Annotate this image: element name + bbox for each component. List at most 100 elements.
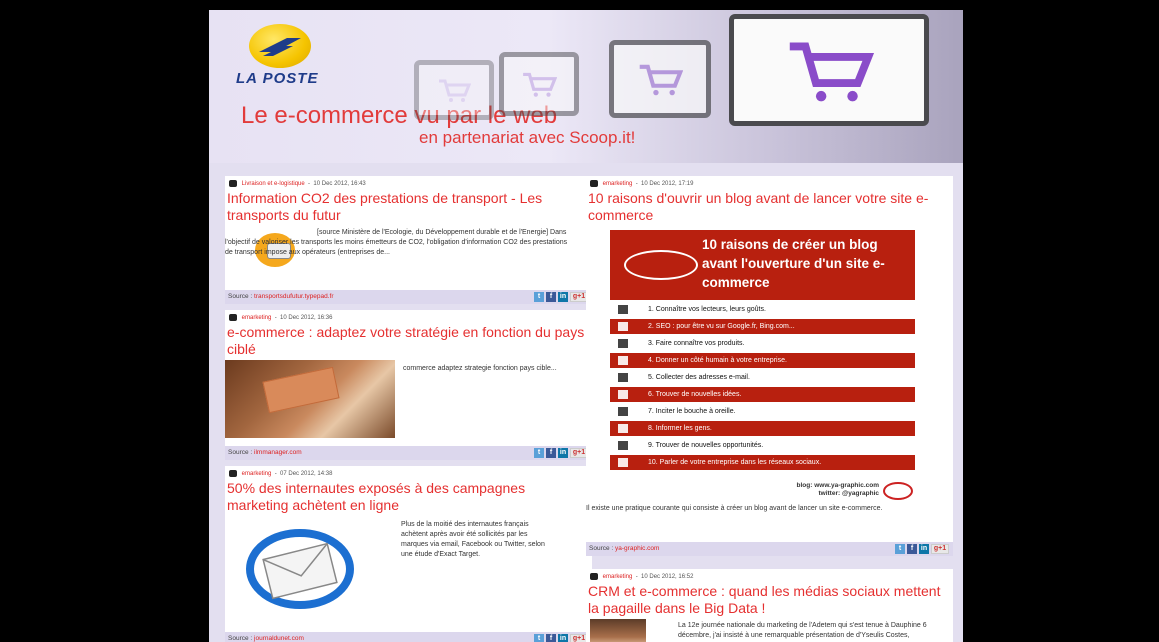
infographic-item: 4. Donner un côté humain à votre entrepr… (610, 353, 915, 368)
card-excerpt: La 12e journée nationale du marketing de… (678, 622, 927, 639)
ya-graphic-small-logo-icon (883, 482, 913, 500)
item-icon (618, 339, 628, 348)
card-title[interactable]: e-commerce : adaptez votre stratégie en … (227, 324, 587, 358)
card-source-bar: Source : transportsdufutur.typepad.fr tf… (225, 290, 592, 304)
facebook-icon[interactable]: f (546, 448, 556, 458)
card-date: 10 Dec 2012, 16:52 (641, 574, 694, 581)
card-category[interactable]: emarketing (603, 181, 633, 187)
scoopit-icon (590, 180, 598, 187)
share-buttons: t f in g+1 (532, 448, 588, 458)
infographic-heading: 10 raisons de créer un blog avant l'ouve… (702, 237, 885, 290)
card-source-bar: Source : ya-graphic.com t f in g+1 (586, 542, 953, 556)
ya-graphic-logo-icon (624, 250, 698, 280)
infographic-item: 8. Informer les gens. (610, 421, 915, 436)
scoop-card[interactable]: emarketing - 10 Dec 2012, 16:52 CRM et e… (586, 569, 953, 642)
scoop-card[interactable]: emarketing - 07 Dec 2012, 14:38 50% des … (225, 466, 592, 642)
infographic-credits: blog: www.ya-graphic.com twitter: @yagra… (796, 482, 879, 497)
item-icon (618, 407, 628, 416)
infographic-item: 7. Inciter le bouche à oreille. (610, 404, 915, 419)
card-title[interactable]: 50% des internautes exposés à des campag… (227, 480, 587, 514)
cart-icon (639, 64, 683, 96)
item-icon (618, 424, 628, 433)
banner-subtitle: en partenariat avec Scoop.it! (419, 128, 636, 147)
card-category[interactable]: emarketing (242, 471, 272, 477)
scoopit-icon (229, 314, 237, 321)
infographic-item: 2. SEO : pour être vu sur Google.fr, Bin… (610, 319, 915, 334)
google-plus-icon[interactable]: g+1 (931, 544, 949, 554)
infographic-item: 9. Trouver de nouvelles opportunités. (610, 438, 915, 453)
card-date: 10 Dec 2012, 16:43 (313, 181, 366, 188)
item-icon (618, 305, 628, 314)
card-source: Source : journaldunet.com (228, 635, 304, 642)
infographic-item: 3. Faire connaître vos produits. (610, 336, 915, 351)
card-title[interactable]: Information CO2 des prestations de trans… (227, 190, 587, 224)
card-excerpt: Il existe une pratique courante qui cons… (586, 505, 883, 512)
card-date: 10 Dec 2012, 16:36 (280, 315, 333, 322)
money-photo (225, 360, 395, 438)
facebook-icon[interactable]: f (546, 292, 556, 302)
card-excerpt: Plus de la moitié des internautes frança… (401, 521, 545, 558)
scoop-card[interactable]: Livraison et e-logistique - 10 Dec 2012,… (225, 176, 592, 304)
header-banner: LA POSTE Le e-commerce vu par le web en … (209, 10, 963, 163)
laptop-cart-illustration-4 (729, 14, 929, 126)
card-meta: emarketing - 10 Dec 2012, 16:36 (229, 314, 332, 321)
card-category[interactable]: Livraison et e-logistique (242, 181, 305, 187)
twitter-icon[interactable]: t (534, 292, 544, 302)
logo-text: LA POSTE (236, 70, 319, 87)
twitter-icon[interactable]: t (895, 544, 905, 554)
infographic-item: 6. Trouver de nouvelles idées. (610, 387, 915, 402)
infographic: 10 raisons de créer un blog avant l'ouve… (610, 230, 915, 477)
card-meta: emarketing - 10 Dec 2012, 16:52 (590, 573, 693, 580)
scoopit-icon (229, 470, 237, 477)
cart-icon (523, 72, 557, 97)
share-buttons: t f in g+1 (532, 634, 588, 642)
cart-icon (789, 42, 874, 102)
twitter-bird-icon (618, 458, 628, 467)
cart-icon (439, 79, 471, 102)
card-source-bar: Source : ilmmanager.com t f in g+1 (225, 446, 592, 460)
twitter-icon[interactable]: t (534, 448, 544, 458)
twitter-icon[interactable]: t (534, 634, 544, 642)
card-source: Source : ya-graphic.com (589, 545, 660, 552)
card-date: 10 Dec 2012, 17:19 (641, 181, 694, 188)
share-buttons: t f in g+1 (532, 292, 588, 302)
card-title[interactable]: 10 raisons d'ouvrir un blog avant de lan… (588, 190, 948, 224)
linkedin-icon[interactable]: in (558, 292, 568, 302)
item-icon (618, 390, 628, 399)
linkedin-icon[interactable]: in (558, 634, 568, 642)
linkedin-icon[interactable]: in (558, 448, 568, 458)
card-source-bar: Source : journaldunet.com t f in g+1 (225, 632, 592, 642)
laptop-cart-illustration-2 (499, 52, 579, 116)
item-icon (618, 322, 628, 331)
scoop-card[interactable]: emarketing - 10 Dec 2012, 17:19 10 raiso… (586, 176, 953, 556)
facebook-icon[interactable]: f (907, 544, 917, 554)
card-meta: Livraison et e-logistique - 10 Dec 2012,… (229, 180, 366, 187)
facebook-icon[interactable]: f (546, 634, 556, 642)
card-excerpt: commerce adaptez strategie fonction pays… (403, 365, 557, 372)
infographic-item: 5. Collecter des adresses e-mail. (610, 370, 915, 385)
linkedin-icon[interactable]: in (919, 544, 929, 554)
scoop-card[interactable]: emarketing - 10 Dec 2012, 16:36 e-commer… (225, 310, 592, 460)
la-poste-logo-icon[interactable] (249, 24, 311, 68)
item-icon (618, 373, 628, 382)
item-icon (618, 356, 628, 365)
infographic-item: 10. Parler de votre entreprise dans les … (610, 455, 915, 470)
laptop-cart-illustration-1 (414, 60, 494, 120)
scoop-page: LA POSTE Le e-commerce vu par le web en … (209, 10, 963, 642)
card-title[interactable]: CRM et e-commerce : quand les médias soc… (588, 583, 948, 617)
card-source: Source : ilmmanager.com (228, 449, 302, 456)
infographic-header: 10 raisons de créer un blog avant l'ouve… (610, 230, 915, 300)
card-date: 07 Dec 2012, 14:38 (280, 471, 333, 478)
card-source: Source : transportsdufutur.typepad.fr (228, 293, 334, 300)
item-icon (618, 441, 628, 450)
infographic-item: 1. Connaître vos lecteurs, leurs goûts. (610, 302, 915, 317)
share-buttons: t f in g+1 (893, 544, 949, 554)
card-meta: emarketing - 07 Dec 2012, 14:38 (229, 470, 332, 477)
laptop-cart-illustration-3 (609, 40, 711, 118)
scoopit-icon (590, 573, 598, 580)
card-category[interactable]: emarketing (603, 574, 633, 580)
email-envelope-icon (246, 529, 354, 609)
card-meta: emarketing - 10 Dec 2012, 17:19 (590, 180, 693, 187)
scoopit-icon (229, 180, 237, 187)
card-category[interactable]: emarketing (242, 315, 272, 321)
